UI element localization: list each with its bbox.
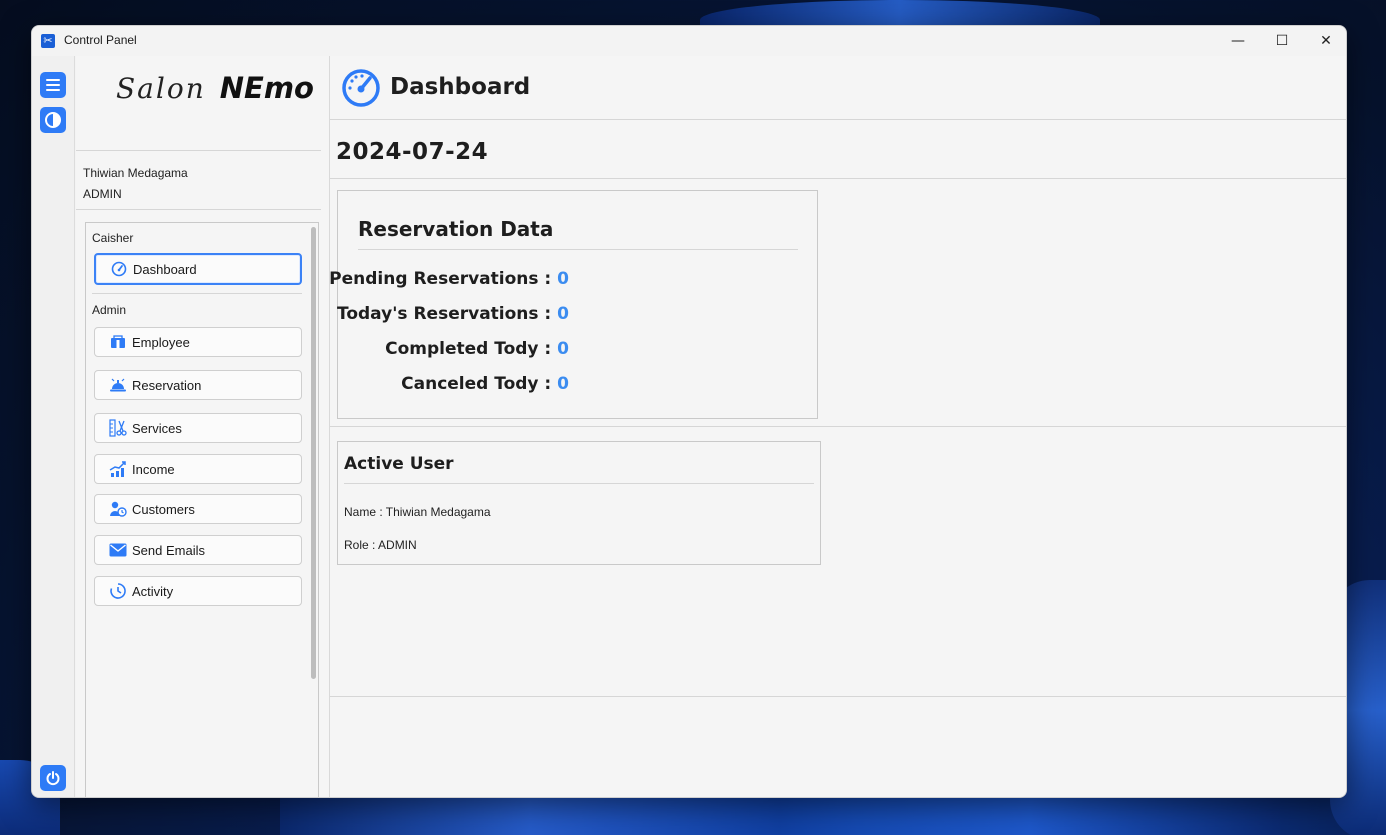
stat-value: 0 [557, 269, 569, 289]
app-icon: ✂ [41, 34, 55, 48]
envelope-icon [109, 541, 127, 559]
nav-income-label: Income [132, 461, 175, 477]
nav-reservation-button[interactable]: Reservation [94, 370, 302, 400]
group-label-admin: Admin [92, 303, 127, 317]
divider [76, 209, 321, 210]
theme-toggle-button[interactable] [40, 107, 66, 133]
nav-activity-button[interactable]: Activity [94, 576, 302, 606]
stat-today: Today's Reservations : 0 [337, 304, 569, 324]
nav-customers-button[interactable]: Customers [94, 494, 302, 524]
divider [344, 483, 814, 484]
stat-value: 0 [557, 339, 569, 359]
title-bar[interactable]: ✂ Control Panel — ☐ ✕ [32, 26, 1346, 56]
income-chart-icon [109, 460, 127, 478]
main-content: Dashboard 2024-07-24 Reservation Data Pe… [329, 56, 1346, 797]
stat-pending: Pending Reservations : 0 [329, 269, 569, 289]
divider [330, 119, 1346, 120]
active-user-card: Active User Name : Thiwian Medagama Role… [337, 441, 821, 565]
speedometer-icon [110, 260, 128, 278]
card-title: Active User [344, 454, 454, 474]
sidebar-user-name: Thiwian Medagama [83, 166, 188, 180]
group-label-cashier: Caisher [92, 231, 134, 245]
stats-list: Pending Reservations : 0 Today's Reserva… [329, 269, 569, 409]
stat-label: Pending Reservations : [329, 269, 558, 289]
page-title: Dashboard [390, 74, 531, 100]
employee-icon [109, 333, 127, 351]
icon-rail [32, 56, 75, 797]
window-title: Control Panel [64, 33, 137, 47]
wallpaper [280, 795, 1280, 835]
power-icon [46, 771, 60, 786]
sidebar: Salon NEmo Thiwian Medagama ADMIN Caishe… [76, 56, 329, 797]
divider [76, 150, 321, 151]
nav-services-button[interactable]: Services [94, 413, 302, 443]
hamburger-icon [46, 79, 60, 91]
logout-button[interactable] [40, 765, 66, 791]
brand-script: Salon [116, 72, 206, 105]
reservation-data-card: Reservation Data Pending Reservations : … [329, 190, 818, 419]
stat-completed: Completed Tody : 0 [385, 339, 569, 359]
nav-income-button[interactable]: Income [94, 454, 302, 484]
sidebar-user-role: ADMIN [83, 187, 122, 201]
divider [330, 178, 1346, 179]
minimize-button[interactable]: — [1216, 26, 1260, 56]
contrast-icon [45, 112, 61, 128]
stat-label: Canceled Tody : [401, 374, 558, 394]
close-button[interactable]: ✕ [1304, 26, 1346, 56]
brand-bold: NEmo [219, 71, 314, 105]
stat-label: Today's Reservations : [337, 304, 558, 324]
nav-activity-label: Activity [132, 583, 174, 599]
divider [330, 696, 1346, 697]
nav-send-emails-button[interactable]: Send Emails [94, 535, 302, 565]
customers-icon [109, 500, 127, 518]
stat-label: Completed Tody : [385, 339, 558, 359]
nav-customers-label: Customers [132, 501, 195, 517]
divider [330, 426, 1346, 427]
navigation-menu: Caisher Dashboard Admin Employee Reserva… [85, 222, 319, 797]
scissors-icon [109, 419, 127, 437]
nav-dashboard-button[interactable]: Dashboard [94, 253, 302, 285]
nav-dashboard-label: Dashboard [133, 261, 197, 277]
stat-canceled: Canceled Tody : 0 [401, 374, 569, 394]
control-panel-window: ✂ Control Panel — ☐ ✕ Salon NEmo Thiwian… [31, 25, 1347, 798]
active-user-role: Role : ADMIN [344, 538, 417, 552]
speedometer-icon [342, 69, 380, 107]
nav-send-emails-label: Send Emails [132, 542, 205, 558]
divider [358, 249, 798, 250]
nav-services-label: Services [132, 420, 182, 436]
stat-value: 0 [557, 304, 569, 324]
menu-scrollbar[interactable] [311, 227, 316, 679]
nav-reservation-label: Reservation [132, 377, 202, 393]
reception-bell-icon [109, 376, 127, 394]
menu-toggle-button[interactable] [40, 72, 66, 98]
active-user-name: Name : Thiwian Medagama [344, 505, 491, 519]
brand-logo: Salon NEmo [116, 71, 314, 111]
card-title: Reservation Data [358, 217, 554, 241]
clock-icon [109, 582, 127, 600]
current-date: 2024-07-24 [336, 139, 489, 165]
divider [92, 293, 302, 294]
nav-employee-label: Employee [132, 334, 190, 350]
maximize-button[interactable]: ☐ [1260, 26, 1304, 56]
nav-employee-button[interactable]: Employee [94, 327, 302, 357]
stat-value: 0 [557, 374, 569, 394]
